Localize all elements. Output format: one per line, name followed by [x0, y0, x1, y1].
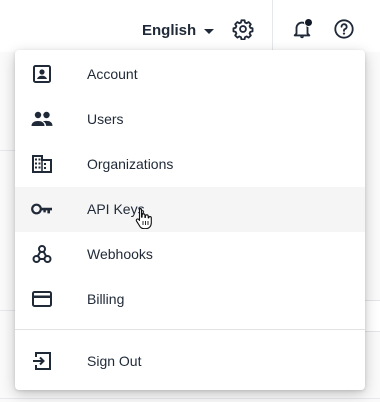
key-icon	[31, 198, 53, 220]
menu-item-sign-out[interactable]: Sign Out	[15, 339, 365, 384]
help-circle-icon	[334, 19, 354, 39]
background-line	[0, 398, 380, 399]
account-box-icon	[31, 63, 53, 85]
credit-card-icon	[31, 288, 53, 310]
menu-item-label: Users	[87, 111, 124, 127]
language-selector[interactable]: English	[142, 19, 215, 41]
building-icon	[31, 153, 53, 175]
menu-item-label: Sign Out	[87, 353, 142, 369]
account-dropdown-menu: Account Users Organizations API Keys Web…	[15, 50, 365, 390]
settings-button[interactable]	[231, 17, 255, 41]
notifications-button[interactable]	[290, 17, 314, 41]
menu-divider	[15, 329, 365, 330]
webhook-icon	[31, 243, 53, 265]
help-button[interactable]	[332, 17, 356, 41]
caret-down-icon	[204, 28, 215, 34]
notification-badge	[304, 18, 313, 27]
people-icon	[31, 108, 53, 130]
menu-item-label: Webhooks	[87, 246, 153, 262]
menu-item-api-keys[interactable]: API Keys	[15, 187, 365, 232]
gear-icon	[232, 19, 254, 40]
language-label: English	[142, 21, 197, 39]
menu-item-webhooks[interactable]: Webhooks	[15, 232, 365, 277]
menu-item-organizations[interactable]: Organizations	[15, 142, 365, 187]
menu-item-label: API Keys	[87, 201, 145, 217]
menu-item-billing[interactable]: Billing	[15, 277, 365, 322]
menu-item-label: Organizations	[87, 156, 174, 172]
menu-item-label: Billing	[87, 291, 125, 307]
logout-icon	[31, 350, 53, 372]
top-bar: English	[0, 0, 380, 52]
menu-item-users[interactable]: Users	[15, 97, 365, 142]
menu-item-label: Account	[87, 66, 138, 82]
header-divider	[272, 0, 273, 52]
menu-item-account[interactable]: Account	[15, 52, 365, 97]
